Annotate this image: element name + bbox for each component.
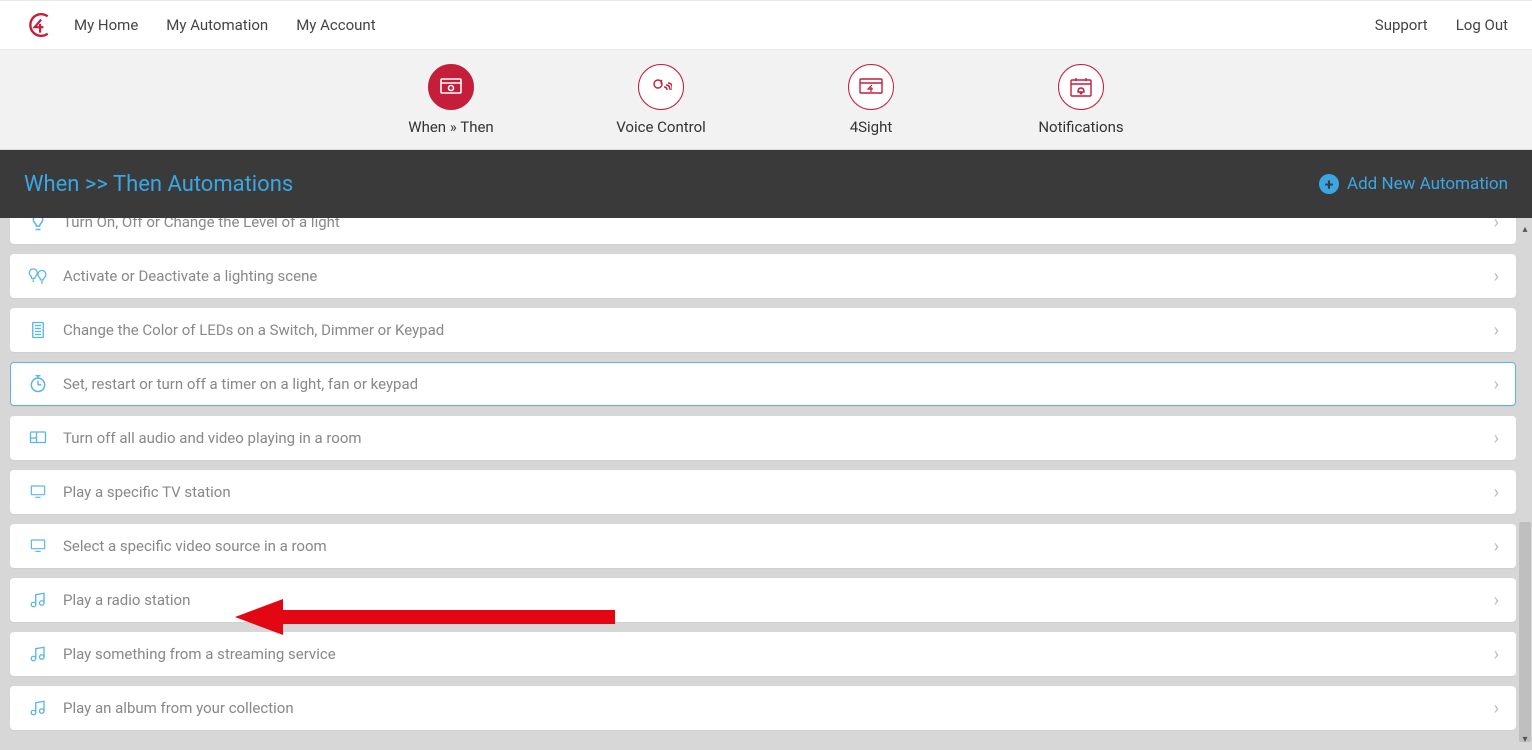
action-label: Select a specific video source in a room xyxy=(63,537,327,555)
chevron-right-icon: › xyxy=(1494,218,1499,233)
content-area: Turn On, Off or Change the Level of a li… xyxy=(0,218,1532,750)
voice-icon xyxy=(638,64,684,110)
tab-when-then[interactable]: When » Then xyxy=(396,64,506,136)
add-new-automation-button[interactable]: + Add New Automation xyxy=(1319,174,1508,194)
action-row-room-off[interactable]: Turn off all audio and video playing in … xyxy=(10,416,1516,460)
nav-my-automation[interactable]: My Automation xyxy=(166,16,268,34)
action-label: Play a radio station xyxy=(63,591,190,609)
when-then-icon xyxy=(428,64,474,110)
action-row-led-color[interactable]: Change the Color of LEDs on a Switch, Di… xyxy=(10,308,1516,352)
brand-logo xyxy=(24,10,54,40)
tab-label: Voice Control xyxy=(616,118,706,136)
chevron-right-icon: › xyxy=(1494,266,1499,287)
music-icon xyxy=(27,589,49,611)
timer-icon xyxy=(27,373,49,395)
music-icon xyxy=(27,697,49,719)
action-label: Activate or Deactivate a lighting scene xyxy=(63,267,317,285)
chevron-right-icon: › xyxy=(1494,374,1499,395)
tv-icon xyxy=(27,481,49,503)
scrollbar[interactable]: ▴ ▾ xyxy=(1518,222,1532,746)
bulb-icon xyxy=(27,218,49,233)
scroll-thumb[interactable] xyxy=(1519,522,1531,742)
nav-logout[interactable]: Log Out xyxy=(1456,16,1508,34)
chevron-right-icon: › xyxy=(1494,536,1499,557)
action-row-streaming[interactable]: Play something from a streaming service … xyxy=(10,632,1516,676)
plus-icon: + xyxy=(1319,174,1339,194)
nav-left: My Home My Automation My Account xyxy=(74,16,376,34)
chevron-right-icon: › xyxy=(1494,698,1499,719)
action-label: Set, restart or turn off a timer on a li… xyxy=(63,375,418,393)
tab-notifications[interactable]: Notifications xyxy=(1026,64,1136,136)
music-icon xyxy=(27,643,49,665)
tv-icon xyxy=(27,535,49,557)
chevron-right-icon: › xyxy=(1494,482,1499,503)
nav-support[interactable]: Support xyxy=(1375,16,1428,34)
action-label: Turn off all audio and video playing in … xyxy=(63,429,362,447)
action-label: Change the Color of LEDs on a Switch, Di… xyxy=(63,321,444,339)
room-icon xyxy=(27,427,49,449)
keypad-icon xyxy=(27,319,49,341)
action-row-timer[interactable]: Set, restart or turn off a timer on a li… xyxy=(10,362,1516,406)
chevron-right-icon: › xyxy=(1494,644,1499,665)
nav-my-home[interactable]: My Home xyxy=(74,16,138,34)
action-label: Play an album from your collection xyxy=(63,699,294,717)
automation-tabs: When » Then Voice Control 4Sight Notific… xyxy=(0,50,1532,150)
action-row-light-level[interactable]: Turn On, Off or Change the Level of a li… xyxy=(10,218,1516,244)
action-label: Play something from a streaming service xyxy=(63,645,336,663)
top-nav: My Home My Automation My Account Support… xyxy=(0,0,1532,50)
action-label: Play a specific TV station xyxy=(63,483,231,501)
page-header: When >> Then Automations + Add New Autom… xyxy=(0,150,1532,218)
nav-my-account[interactable]: My Account xyxy=(296,16,375,34)
chevron-right-icon: › xyxy=(1494,428,1499,449)
scroll-up-arrow[interactable]: ▴ xyxy=(1518,222,1532,236)
scroll-down-arrow[interactable]: ▾ xyxy=(1518,732,1532,746)
action-list-scroll: Turn On, Off or Change the Level of a li… xyxy=(10,218,1516,750)
action-row-radio-station[interactable]: Play a radio station › xyxy=(10,578,1516,622)
tab-4sight[interactable]: 4Sight xyxy=(816,64,926,136)
tab-label: 4Sight xyxy=(850,118,893,136)
tab-label: When » Then xyxy=(408,118,493,136)
action-row-lighting-scene[interactable]: Activate or Deactivate a lighting scene … xyxy=(10,254,1516,298)
tab-voice-control[interactable]: Voice Control xyxy=(606,64,716,136)
action-label: Turn On, Off or Change the Level of a li… xyxy=(63,218,340,231)
action-row-tv-station[interactable]: Play a specific TV station › xyxy=(10,470,1516,514)
action-row-album[interactable]: Play an album from your collection › xyxy=(10,686,1516,730)
tab-label: Notifications xyxy=(1038,118,1123,136)
nav-right: Support Log Out xyxy=(1375,16,1508,34)
page-title: When >> Then Automations xyxy=(24,172,293,197)
chevron-right-icon: › xyxy=(1494,320,1499,341)
action-row-video-source[interactable]: Select a specific video source in a room… xyxy=(10,524,1516,568)
4sight-icon xyxy=(848,64,894,110)
bulbs-icon xyxy=(27,265,49,287)
add-label: Add New Automation xyxy=(1347,174,1508,194)
bell-icon xyxy=(1058,64,1104,110)
action-list: Turn On, Off or Change the Level of a li… xyxy=(10,218,1516,730)
chevron-right-icon: › xyxy=(1494,590,1499,611)
